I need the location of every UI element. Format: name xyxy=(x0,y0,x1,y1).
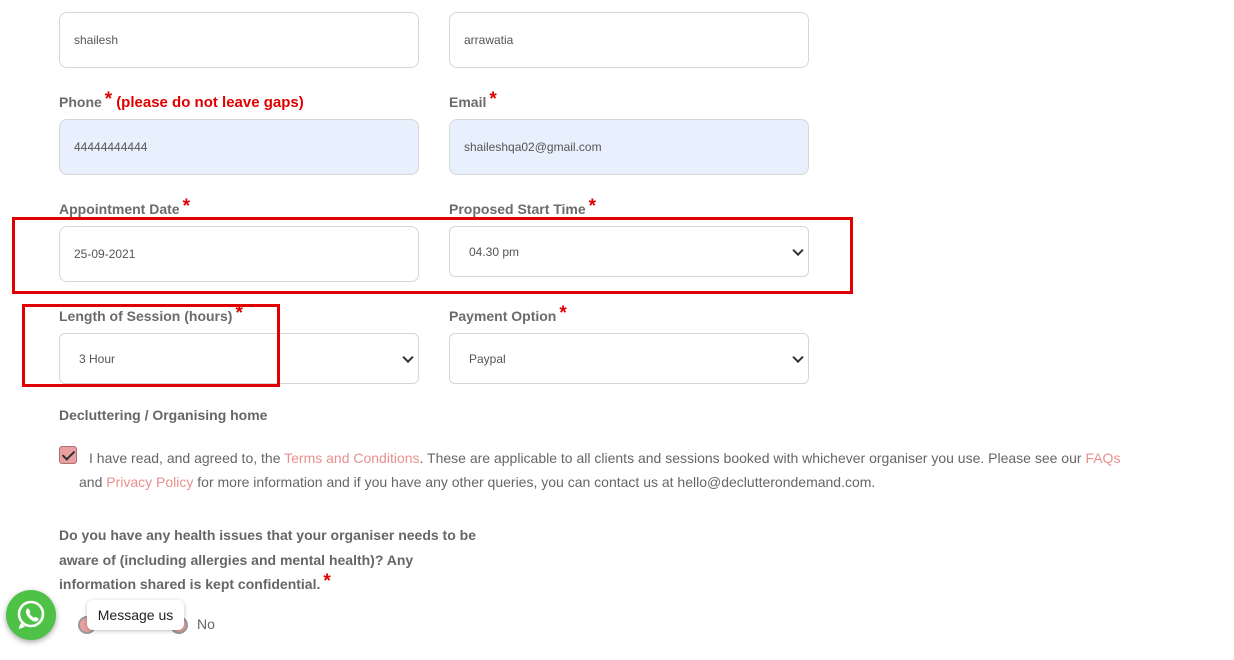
chevron-down-icon xyxy=(792,351,804,363)
required-mark: * xyxy=(182,196,190,217)
health-no-label: No xyxy=(197,616,215,632)
email-label: Email * xyxy=(449,89,497,110)
phone-value: 44444444444 xyxy=(74,140,148,154)
highlight-box-session-length xyxy=(22,304,280,387)
required-mark: * xyxy=(559,303,567,324)
last-name-value: arrawatia xyxy=(464,33,514,47)
faqs-link[interactable]: FAQs xyxy=(1085,450,1120,466)
payment-label: Payment Option * xyxy=(449,303,567,324)
first-name-value: shailesh xyxy=(74,33,119,47)
terms-text: I have read, and agreed to, the Terms an… xyxy=(79,450,1121,490)
health-question: Do you have any health issues that your … xyxy=(59,527,476,592)
highlight-box-date-time xyxy=(12,217,853,294)
whatsapp-tooltip[interactable]: Message us xyxy=(87,600,184,630)
email-field[interactable]: shaileshqa02@gmail.com xyxy=(449,119,809,175)
service-title: Decluttering / Organising home xyxy=(59,407,268,423)
phone-note: (please do not leave gaps) xyxy=(116,94,304,111)
required-mark: * xyxy=(489,89,497,110)
first-name-field[interactable]: shailesh xyxy=(59,12,419,68)
required-mark: * xyxy=(588,196,597,217)
privacy-link[interactable]: Privacy Policy xyxy=(106,474,193,490)
payment-selected: Paypal xyxy=(469,351,506,366)
required-mark: * xyxy=(323,571,331,592)
chevron-down-icon xyxy=(402,351,414,363)
phone-label: Phone * (please do not leave gaps) xyxy=(59,89,304,111)
last-name-field[interactable]: arrawatia xyxy=(449,12,809,68)
terms-link[interactable]: Terms and Conditions xyxy=(284,450,419,466)
payment-select[interactable]: Paypal xyxy=(449,333,809,384)
email-value: shaileshqa02@gmail.com xyxy=(464,140,602,154)
whatsapp-icon xyxy=(17,600,45,629)
required-mark: * xyxy=(104,89,113,110)
terms-checkbox[interactable] xyxy=(59,446,77,464)
whatsapp-button[interactable] xyxy=(6,590,56,640)
phone-field[interactable]: 44444444444 xyxy=(59,119,419,175)
